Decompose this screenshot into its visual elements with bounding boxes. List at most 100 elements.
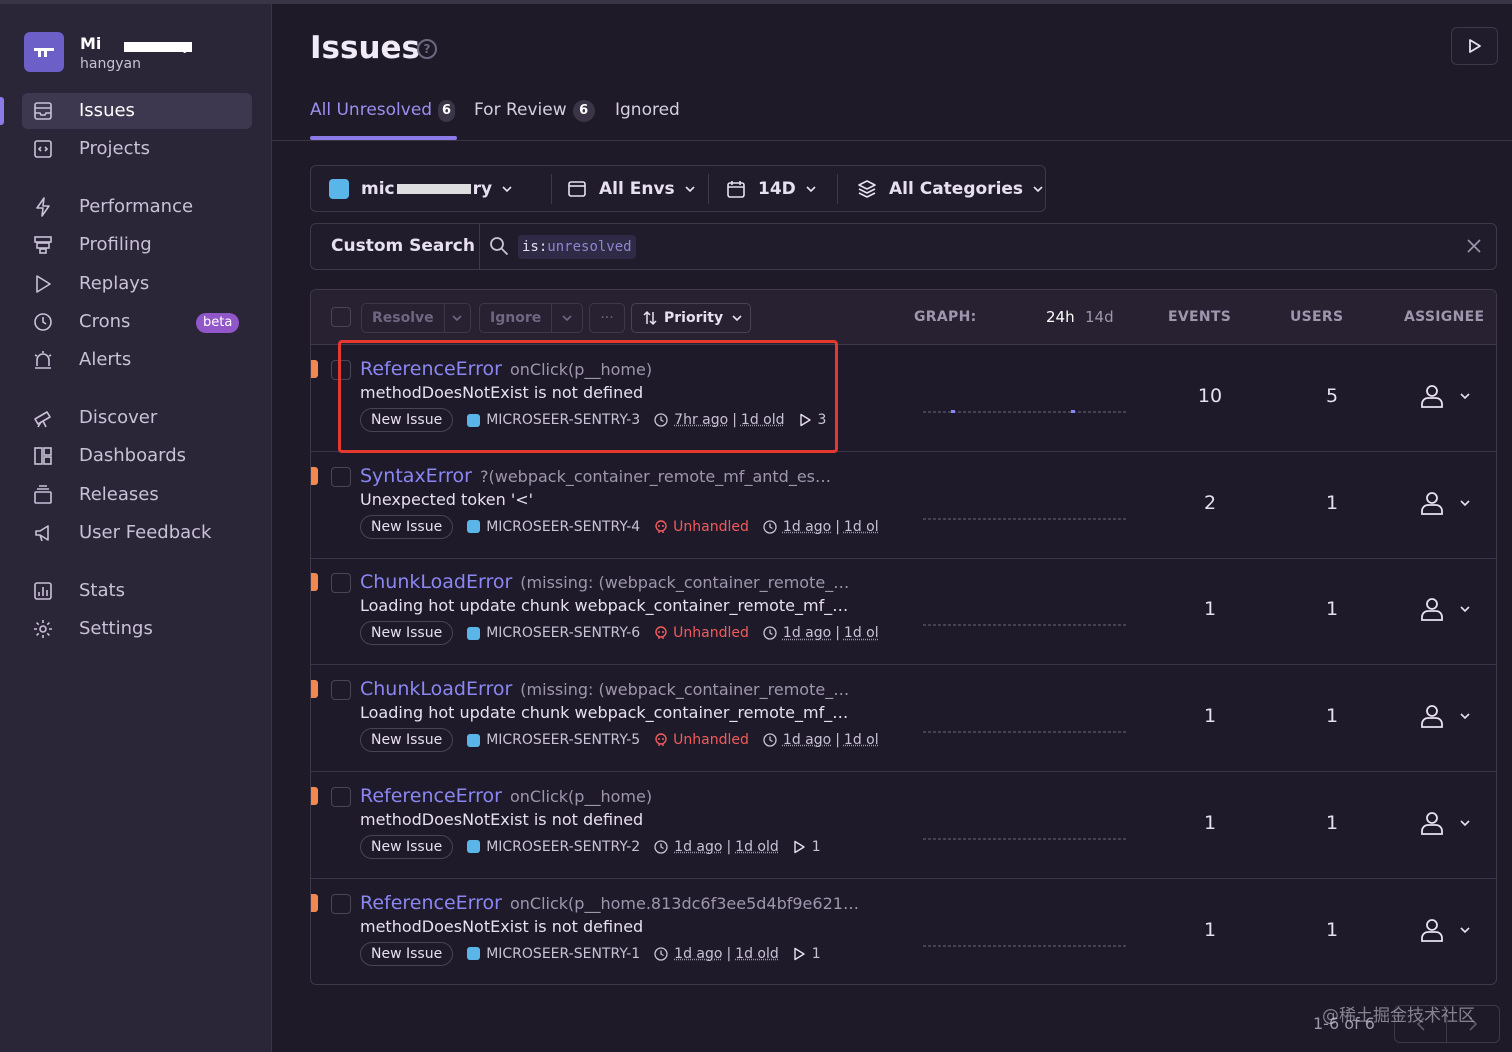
assignee-selector[interactable]	[1419, 701, 1479, 731]
row-checkbox[interactable]	[331, 466, 351, 487]
last-seen[interactable]: 1d ago	[783, 732, 831, 748]
row-checkbox[interactable]	[331, 573, 351, 594]
last-seen[interactable]: 1d ago	[783, 625, 831, 641]
assignee-selector[interactable]	[1419, 808, 1479, 838]
replay-count[interactable]: 1	[793, 946, 821, 962]
table-row[interactable]: ReferenceError onClick(p__home) methodDoes…	[311, 345, 1496, 452]
play-tour-button[interactable]	[1451, 27, 1498, 65]
sidebar-item-label: Dashboards	[79, 445, 187, 466]
sidebar-item-user-feedback[interactable]: User Feedback	[22, 515, 252, 551]
event-count: 1	[1203, 705, 1217, 728]
issue-type[interactable]: ChunkLoadError	[360, 678, 512, 700]
ignore-button[interactable]: Ignore	[480, 310, 551, 326]
telescope-icon	[32, 407, 54, 429]
time-divider: |	[732, 412, 737, 428]
sidebar-item-issues[interactable]: Issues	[0, 93, 252, 129]
sidebar-item-dashboards[interactable]: Dashboards	[22, 438, 252, 474]
issue-type[interactable]: ReferenceError	[360, 785, 502, 807]
sort-label: Priority	[664, 310, 724, 326]
row-checkbox[interactable]	[331, 893, 351, 914]
graph-range-24h[interactable]: 24h	[1046, 308, 1075, 326]
table-row[interactable]: SyntaxError ?(webpack_container_remote_mf…	[311, 452, 1496, 559]
table-row[interactable]: ChunkLoadError (missing: (webpack_contain…	[311, 558, 1496, 666]
custom-search-button[interactable]: Custom Search	[331, 236, 475, 256]
issue-location: (missing: (webpack_container_remote_…	[520, 680, 850, 700]
unhandled-badge: Unhandled	[654, 519, 749, 535]
close-icon[interactable]	[1466, 238, 1482, 254]
first-seen[interactable]: 1d ol	[844, 732, 879, 748]
first-seen[interactable]: 1d old	[735, 839, 779, 855]
table-row[interactable]: ReferenceError onClick(p__home) methodDoes…	[311, 772, 1496, 879]
issue-type[interactable]: SyntaxError	[360, 465, 472, 487]
issue-short-id[interactable]: MICROSEER-SENTRY-5	[486, 732, 640, 748]
resolve-button[interactable]: Resolve	[362, 310, 444, 326]
tab-all-unresolved[interactable]: All Unresolved 6	[310, 100, 457, 140]
sidebar-item-discover[interactable]: Discover	[22, 400, 252, 436]
last-seen[interactable]: 7hr ago	[674, 412, 728, 428]
row-checkbox[interactable]	[331, 360, 351, 380]
last-seen[interactable]: 1d ago	[674, 839, 722, 855]
first-seen[interactable]: 1d ol	[844, 625, 879, 641]
select-all-checkbox[interactable]	[331, 307, 351, 327]
issue-type[interactable]: ChunkLoadError	[360, 571, 512, 593]
first-seen[interactable]: 1d old	[741, 412, 785, 428]
issue-type[interactable]: ReferenceError	[360, 358, 502, 380]
search-input[interactable]: is:unresolved	[518, 235, 636, 259]
last-seen[interactable]: 1d ago	[674, 946, 722, 962]
sidebar-item-alerts[interactable]: Alerts	[22, 342, 252, 378]
issue-title[interactable]: ReferenceError onClick(p__home.813dc6f3ee…	[360, 892, 859, 914]
issue-type[interactable]: ReferenceError	[360, 892, 502, 914]
sidebar-item-label: Crons	[79, 311, 131, 332]
table-row[interactable]: ChunkLoadError (missing: (webpack_contain…	[311, 665, 1496, 773]
assignee-selector[interactable]	[1419, 381, 1479, 411]
more-actions-button[interactable]: ···	[589, 303, 625, 333]
issue-short-id[interactable]: MICROSEER-SENTRY-2	[486, 839, 640, 855]
issue-title[interactable]: ChunkLoadError (missing: (webpack_contain…	[360, 571, 849, 593]
row-checkbox[interactable]	[331, 680, 351, 701]
project-filter[interactable]: mic ry	[329, 166, 513, 211]
ignore-dropdown[interactable]	[551, 304, 582, 332]
issue-short-id[interactable]: MICROSEER-SENTRY-1	[486, 946, 640, 962]
graph-range-14d[interactable]: 14d	[1085, 308, 1114, 326]
issue-title[interactable]: SyntaxError ?(webpack_container_remote_mf…	[360, 465, 831, 487]
help-icon[interactable]: ?	[417, 39, 437, 59]
replay-count[interactable]: 3	[799, 412, 826, 428]
project-icon	[467, 520, 481, 534]
issue-message: methodDoesNotExist is not defined	[360, 809, 644, 829]
assignee-selector[interactable]	[1419, 488, 1479, 518]
first-seen[interactable]: 1d old	[735, 946, 779, 962]
issue-short-id[interactable]: MICROSEER-SENTRY-3	[486, 412, 640, 428]
user-icon	[1421, 598, 1443, 622]
period-filter[interactable]: 14D	[726, 166, 817, 211]
unhandled-badge: Unhandled	[654, 732, 749, 748]
first-seen[interactable]: 1d ol	[844, 519, 879, 535]
assignee-selector[interactable]	[1419, 594, 1479, 624]
tab-for-review[interactable]: For Review 6	[474, 100, 595, 140]
issue-title[interactable]: ReferenceError onClick(p__home)	[360, 358, 652, 380]
issue-title[interactable]: ReferenceError onClick(p__home)	[360, 785, 652, 807]
sidebar-item-label: Releases	[79, 484, 159, 505]
issue-short-id[interactable]: MICROSEER-SENTRY-4	[486, 519, 640, 535]
table-row[interactable]: ReferenceError onClick(p__home.813dc6f3ee…	[311, 879, 1496, 985]
sidebar-item-releases[interactable]: Releases	[22, 477, 252, 513]
sidebar-item-crons[interactable]: Crons beta	[22, 304, 252, 340]
sidebar-item-settings[interactable]: Settings	[22, 611, 252, 647]
sidebar-item-performance[interactable]: Performance	[22, 189, 252, 225]
sidebar-item-stats[interactable]: Stats	[22, 573, 252, 609]
sidebar-item-replays[interactable]: Replays	[22, 266, 252, 302]
resolve-dropdown[interactable]	[443, 304, 470, 332]
issue-message: methodDoesNotExist is not defined	[360, 916, 644, 936]
sidebar-item-profiling[interactable]: Profiling	[22, 227, 252, 263]
assignee-selector[interactable]	[1419, 915, 1479, 945]
tab-ignored[interactable]: Ignored	[615, 100, 680, 140]
category-filter[interactable]: All Categories	[857, 166, 1044, 211]
sort-priority-button[interactable]: Priority	[631, 303, 751, 333]
environment-filter[interactable]: All Envs	[567, 166, 696, 211]
replay-count[interactable]: 1	[793, 839, 821, 855]
row-checkbox[interactable]	[331, 786, 351, 807]
org-switcher[interactable]: Mi ⌄ hangyan	[24, 32, 254, 80]
sidebar-item-projects[interactable]: Projects	[22, 131, 252, 167]
issue-short-id[interactable]: MICROSEER-SENTRY-6	[486, 625, 640, 641]
issue-title[interactable]: ChunkLoadError (missing: (webpack_contain…	[360, 678, 849, 700]
last-seen[interactable]: 1d ago	[783, 519, 831, 535]
